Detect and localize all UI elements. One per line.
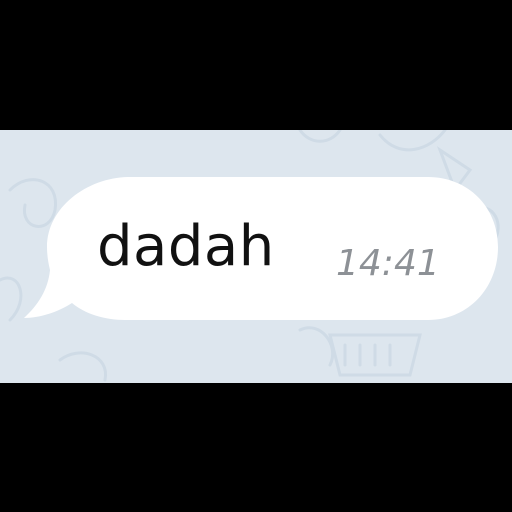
- message-timestamp: 14:41: [336, 243, 440, 284]
- message-bubble[interactable]: dadah 14:41: [0, 130, 512, 383]
- message-text: dadah: [97, 214, 275, 279]
- chat-area[interactable]: dadah 14:41: [0, 130, 512, 383]
- screenshot-frame: dadah 14:41: [0, 0, 512, 512]
